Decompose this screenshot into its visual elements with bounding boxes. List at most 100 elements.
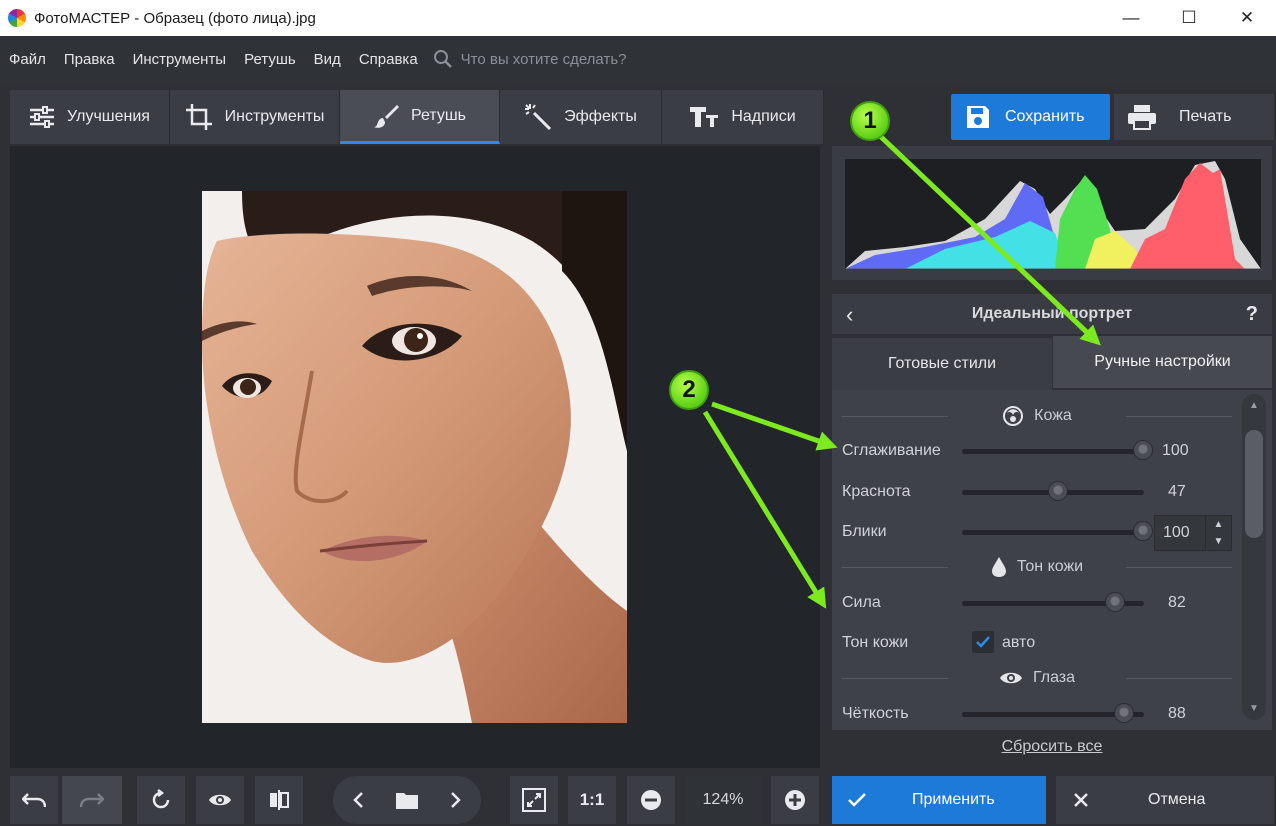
- divider: [842, 678, 948, 679]
- floppy-icon: [967, 106, 989, 128]
- auto-checkbox[interactable]: [972, 631, 994, 653]
- search-placeholder: Что вы хотите сделать?: [460, 50, 627, 68]
- menu-edit[interactable]: Правка: [55, 51, 124, 68]
- close-icon: [1074, 793, 1088, 807]
- slider-label: Краснота: [842, 483, 911, 500]
- tab-label: Улучшения: [67, 108, 150, 125]
- undo-button[interactable]: [10, 776, 58, 824]
- menu-help[interactable]: Справка: [350, 51, 427, 68]
- slider-handle[interactable]: [1114, 703, 1134, 723]
- preview-button[interactable]: [196, 776, 244, 824]
- command-search[interactable]: Что вы хотите сделать?: [433, 49, 627, 69]
- window-title: ФотоМАСТЕР - Образец (фото лица).jpg: [34, 9, 316, 27]
- back-chevron-icon[interactable]: ‹: [846, 302, 853, 328]
- cancel-label: Отмена: [1148, 791, 1206, 808]
- compare-icon: [270, 790, 289, 810]
- file-navigation: [333, 776, 481, 824]
- actual-size-button[interactable]: 1:1: [568, 776, 616, 824]
- chevron-down-icon[interactable]: ▼: [1214, 536, 1224, 547]
- settings-scrollbar[interactable]: ▲ ▼: [1242, 394, 1266, 720]
- settings-list: Кожа Сглаживание 100 Краснота 47 Блики 1…: [832, 390, 1272, 730]
- zoom-in-button[interactable]: [771, 776, 819, 824]
- magic-wand-icon: [525, 104, 552, 131]
- slider-label: Блики: [842, 523, 887, 540]
- menu-retouch[interactable]: Ретушь: [235, 51, 305, 68]
- tab-label: Ретушь: [410, 106, 466, 124]
- print-label: Печать: [1179, 108, 1232, 125]
- face-icon: [1003, 406, 1024, 426]
- highlights-spinbox[interactable]: 100 ▲ ▼: [1154, 515, 1232, 551]
- brush-icon: [373, 104, 399, 128]
- reset-all-link[interactable]: Сбросить все: [832, 738, 1272, 756]
- section-title: Глаза: [1032, 669, 1076, 686]
- section-title: Тон кожи: [1016, 558, 1084, 575]
- section-eyes: Глаза: [842, 666, 1232, 690]
- compare-button[interactable]: [255, 776, 303, 824]
- divider: [842, 416, 948, 417]
- slider-label: Чёткость: [842, 705, 909, 722]
- slider-value: 88: [1168, 705, 1186, 722]
- spinbox-arrows[interactable]: ▲ ▼: [1205, 516, 1231, 550]
- next-file-button[interactable]: [432, 776, 481, 824]
- chevron-up-icon[interactable]: ▲: [1214, 519, 1224, 530]
- chevron-right-icon: [451, 792, 462, 808]
- tab-retouch[interactable]: Ретушь: [340, 90, 500, 144]
- zoom-out-icon: [641, 790, 661, 810]
- zoom-out-button[interactable]: [627, 776, 675, 824]
- apply-button[interactable]: Применить: [832, 776, 1046, 824]
- section-skin-tone: Тон кожи: [842, 555, 1232, 579]
- tab-ready-styles[interactable]: Готовые стили: [832, 338, 1052, 390]
- maximize-button[interactable]: ☐: [1160, 0, 1218, 36]
- slider-handle[interactable]: [1105, 592, 1125, 612]
- help-button[interactable]: ?: [1246, 303, 1258, 326]
- close-button[interactable]: ✕: [1218, 0, 1276, 36]
- tab-tools[interactable]: Инструменты: [170, 90, 340, 144]
- tab-label: Инструменты: [224, 108, 325, 125]
- tab-text[interactable]: Надписи: [662, 90, 824, 144]
- open-folder-button[interactable]: [382, 776, 431, 824]
- slider-handle[interactable]: [1133, 440, 1153, 460]
- slider-handle[interactable]: [1133, 521, 1153, 541]
- slider-strength: Сила 82: [842, 588, 1232, 618]
- portrait-photo: [202, 191, 627, 723]
- slider-label: Сглаживание: [842, 442, 941, 459]
- cancel-button[interactable]: Отмена: [1056, 776, 1274, 824]
- redo-button[interactable]: [62, 776, 122, 824]
- step-badge-2: 2: [669, 370, 709, 410]
- tab-label: Надписи: [731, 108, 796, 125]
- tab-enhancements[interactable]: Улучшения: [10, 90, 170, 144]
- scroll-thumb[interactable]: [1245, 430, 1263, 538]
- scroll-down-icon[interactable]: ▼: [1242, 703, 1266, 714]
- fit-screen-icon: [522, 788, 546, 812]
- slider-track[interactable]: [962, 530, 1144, 535]
- slider-redness: Краснота 47: [842, 477, 1232, 507]
- apply-label: Применить: [912, 791, 995, 808]
- save-label: Сохранить: [1005, 108, 1085, 125]
- menu-view[interactable]: Вид: [305, 51, 350, 68]
- app-logo-icon: [8, 9, 26, 27]
- slider-value: 82: [1168, 594, 1186, 611]
- scroll-up-icon[interactable]: ▲: [1242, 400, 1266, 411]
- search-icon: [433, 50, 452, 68]
- spinbox-value: 100: [1163, 524, 1190, 541]
- menu-file[interactable]: Файл: [0, 51, 55, 68]
- tab-manual-settings[interactable]: Ручные настройки: [1053, 336, 1272, 388]
- folder-icon: [395, 793, 418, 809]
- panel-header: ‹ Идеальный портрет ?: [832, 294, 1272, 334]
- save-button[interactable]: Сохранить: [951, 94, 1110, 140]
- panel-title: Идеальный портрет: [971, 305, 1133, 322]
- tab-effects[interactable]: Эффекты: [500, 90, 662, 144]
- sliders-icon: [30, 106, 55, 128]
- print-button[interactable]: Печать: [1114, 94, 1274, 140]
- window-controls: — ☐ ✕: [1102, 0, 1276, 36]
- tab-label: Эффекты: [564, 108, 637, 125]
- slider-track[interactable]: [962, 449, 1144, 454]
- menu-tools[interactable]: Инструменты: [124, 51, 236, 68]
- previous-file-button[interactable]: [333, 776, 382, 824]
- printer-icon: [1128, 105, 1156, 130]
- zoom-level: 124%: [685, 776, 761, 824]
- reset-image-button[interactable]: [137, 776, 185, 824]
- fit-to-screen-button[interactable]: [510, 776, 558, 824]
- minimize-button[interactable]: —: [1102, 0, 1160, 36]
- slider-handle[interactable]: [1048, 481, 1068, 501]
